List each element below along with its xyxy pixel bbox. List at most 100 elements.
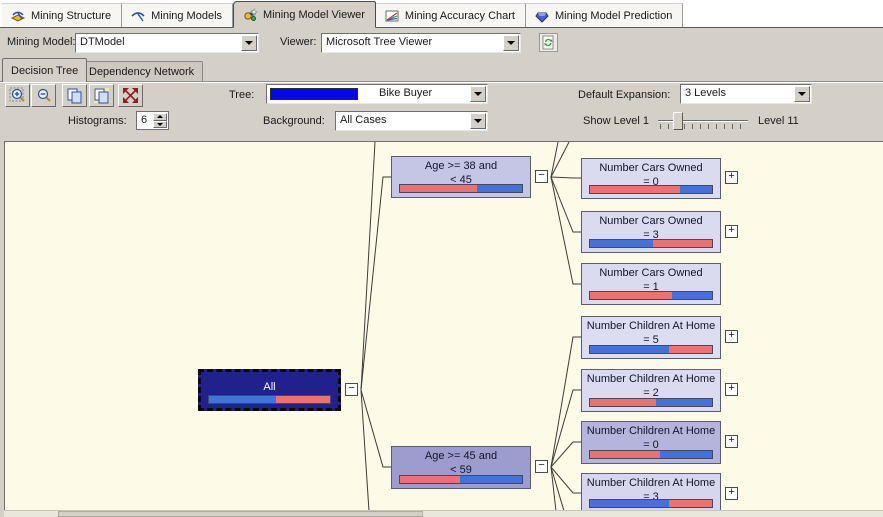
chevron-down-icon[interactable] [503,35,519,51]
node-label: Number Children At Home [586,477,716,489]
viewer-combo[interactable]: Microsoft Tree Viewer [321,33,521,53]
tab-label: Mining Accuracy Chart [404,9,515,22]
expand-node-icon[interactable]: + [725,171,738,184]
node-histogram [589,345,713,354]
background-label: Background: [263,115,325,127]
mining-structure-icon [10,8,26,24]
spinner-down-button[interactable] [153,120,167,128]
copy-entire-graph-button[interactable] [89,84,114,107]
tab-decision-tree[interactable]: Decision Tree [2,58,88,82]
mining-accuracy-chart-icon [384,8,400,24]
node-label: Number Cars Owned [599,267,703,279]
histogram-segment-blue [590,346,670,353]
zoom-out-icon [37,88,51,102]
level-slider-track[interactable] [658,120,748,122]
node-label: Age >= 45 and [424,450,498,462]
size-to-fit-icon [123,88,138,103]
mining-model-prediction-icon [534,8,550,24]
tab-label: Dependency Network [89,65,195,78]
tab-dependency-network[interactable]: Dependency Network [80,61,204,81]
tree-node-kids2[interactable]: Number Children At Home = 2 [581,369,721,412]
node-label: Number Children At Home [586,320,716,332]
histogram-segment-blue [209,396,276,403]
tab-mining-structure[interactable]: Mining Structure [2,3,123,27]
level-max-label: Level 11 [758,115,799,127]
chevron-down-icon[interactable] [241,35,257,51]
expand-node-icon[interactable]: + [725,487,738,500]
zoom-in-button[interactable] [5,84,30,107]
mining-model-value: DTModel [80,36,125,48]
histogram-segment-salmon [590,292,672,299]
expand-node-icon[interactable]: + [725,225,738,238]
chevron-down-icon[interactable] [794,86,810,102]
mining-model-label: Mining Model: [7,36,76,48]
histogram-segment-salmon [653,240,712,247]
tab-mining-model-prediction[interactable]: Mining Model Prediction [525,3,684,27]
tab-mining-model-viewer[interactable]: Mining Model Viewer [233,1,376,28]
tree-node-kids5[interactable]: Number Children At Home = 5 [581,316,721,359]
node-label: Number Cars Owned [599,215,703,227]
show-level-label: Show Level 1 [583,115,650,127]
tree-combo[interactable]: Bike Buyer [266,84,488,104]
tree-label: Tree: [229,89,255,101]
expand-node-icon[interactable]: + [725,435,738,448]
chevron-down-icon[interactable] [470,86,486,102]
tree-node-all[interactable]: All [198,369,341,411]
node-histogram [589,185,713,194]
viewer-value: Microsoft Tree Viewer [326,36,433,48]
tree-node-age45[interactable]: Age >= 45 and < 59 [391,446,531,489]
node-label: All [263,381,276,393]
node-histogram [589,499,713,508]
expand-node-icon[interactable]: + [725,383,738,396]
expand-node-icon[interactable]: + [725,330,738,343]
tree-node-cars0[interactable]: Number Cars Owned = 0 [581,158,721,199]
collapse-node-icon[interactable]: − [535,170,548,183]
node-histogram [399,475,523,484]
histogram-segment-salmon [669,500,712,507]
collapse-node-icon[interactable]: − [535,460,548,473]
histogram-segment-blue [655,399,712,406]
background-value: All Cases [340,114,387,126]
histogram-segment-salmon [590,186,681,193]
histograms-label: Histograms: [68,115,127,127]
mining-model-combo[interactable]: DTModel [75,33,259,53]
tree-node-kids3[interactable]: Number Children At Home = 3 [581,473,721,510]
node-label: Number Cars Owned [599,162,703,174]
tree-value: Bike Buyer [379,87,433,99]
default-expansion-combo[interactable]: 3 Levels [680,84,812,104]
refresh-icon [542,35,554,50]
tab-label: Mining Structure [31,9,112,22]
histograms-spinner[interactable]: 6 [136,111,169,130]
histogram-segment-blue [590,240,654,247]
tree-node-cars1[interactable]: Number Cars Owned = 1 [581,263,721,305]
tree-node-age38[interactable]: Age >= 38 and < 45 [391,156,531,198]
level-slider-thumb[interactable] [673,112,683,130]
copy-graph-view-button[interactable] [62,84,87,107]
divider [0,81,883,83]
node-histogram [399,184,523,193]
histogram-segment-blue [659,451,712,458]
document-tab-strip: Mining Structure Mining Models Mining Mo… [0,0,883,28]
tab-mining-accuracy-chart[interactable]: Mining Accuracy Chart [375,3,526,27]
tab-label: Mining Model Prediction [554,9,673,22]
refresh-button[interactable] [539,33,558,52]
mining-models-icon [130,8,146,24]
spinner-up-button[interactable] [153,113,167,121]
background-combo[interactable]: All Cases [335,111,488,131]
tab-mining-models[interactable]: Mining Models [122,3,234,27]
tree-node-cars3[interactable]: Number Cars Owned = 3 [581,211,721,253]
size-to-fit-button[interactable] [118,84,143,107]
horizontal-scrollbar-thumb[interactable] [58,511,423,517]
zoom-out-button[interactable] [31,84,56,107]
horizontal-scrollbar[interactable] [4,510,883,517]
chevron-down-icon[interactable] [470,113,486,129]
default-expansion-value: 3 Levels [685,87,726,99]
histogram-segment-salmon [590,399,656,406]
mining-model-viewer-icon [242,7,259,23]
node-label: Age >= 38 and [424,160,498,172]
collapse-node-icon[interactable]: − [345,383,358,396]
zoom-in-icon [9,87,25,102]
copy-all-icon [94,88,109,104]
tree-node-kids0[interactable]: Number Children At Home = 0 [581,421,721,464]
tree-color-swatch [270,88,358,100]
